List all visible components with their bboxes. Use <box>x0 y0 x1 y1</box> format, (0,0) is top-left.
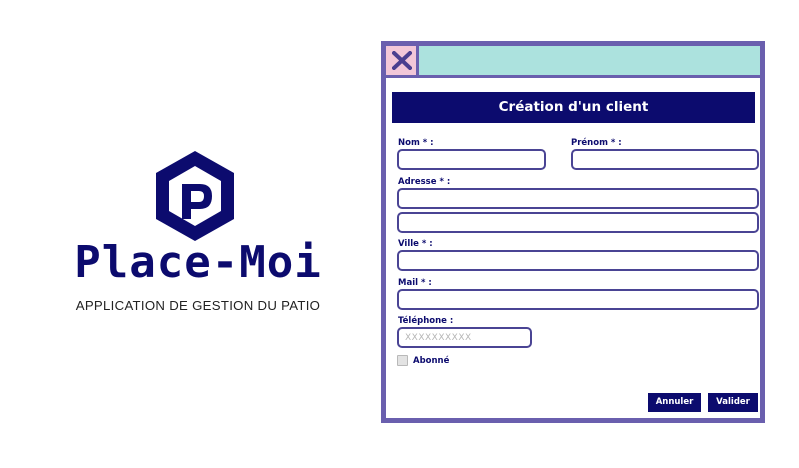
close-button[interactable] <box>386 46 419 75</box>
ville-label: Ville * : <box>398 239 433 249</box>
nom-input[interactable] <box>397 149 546 170</box>
adresse-line1-input[interactable] <box>397 188 759 209</box>
cancel-button[interactable]: Annuler <box>648 393 701 412</box>
submit-button[interactable]: Valider <box>708 393 758 412</box>
abonne-label: Abonné <box>413 356 450 366</box>
brand-tagline: APPLICATION DE GESTION DU PATIO <box>75 298 321 313</box>
dialog-titlebar <box>386 46 760 78</box>
adresse-line2-input[interactable] <box>397 212 759 233</box>
prenom-input[interactable] <box>571 149 759 170</box>
mail-label: Mail * : <box>398 278 432 288</box>
ville-input[interactable] <box>397 250 759 271</box>
brand-name: Place-Moi <box>74 237 322 288</box>
abonne-checkbox[interactable] <box>397 355 408 366</box>
mail-input[interactable] <box>397 289 759 310</box>
place-moi-logo-icon <box>150 146 240 246</box>
nom-label: Nom * : <box>398 138 434 148</box>
telephone-input[interactable] <box>397 327 532 348</box>
adresse-label: Adresse * : <box>398 177 451 187</box>
telephone-label: Téléphone : <box>398 316 454 326</box>
dialog-title: Création d'un client <box>392 92 755 123</box>
create-client-dialog: Création d'un client Nom * : Prénom * : … <box>381 41 765 423</box>
close-x-icon <box>392 51 412 70</box>
prenom-label: Prénom * : <box>571 138 622 148</box>
